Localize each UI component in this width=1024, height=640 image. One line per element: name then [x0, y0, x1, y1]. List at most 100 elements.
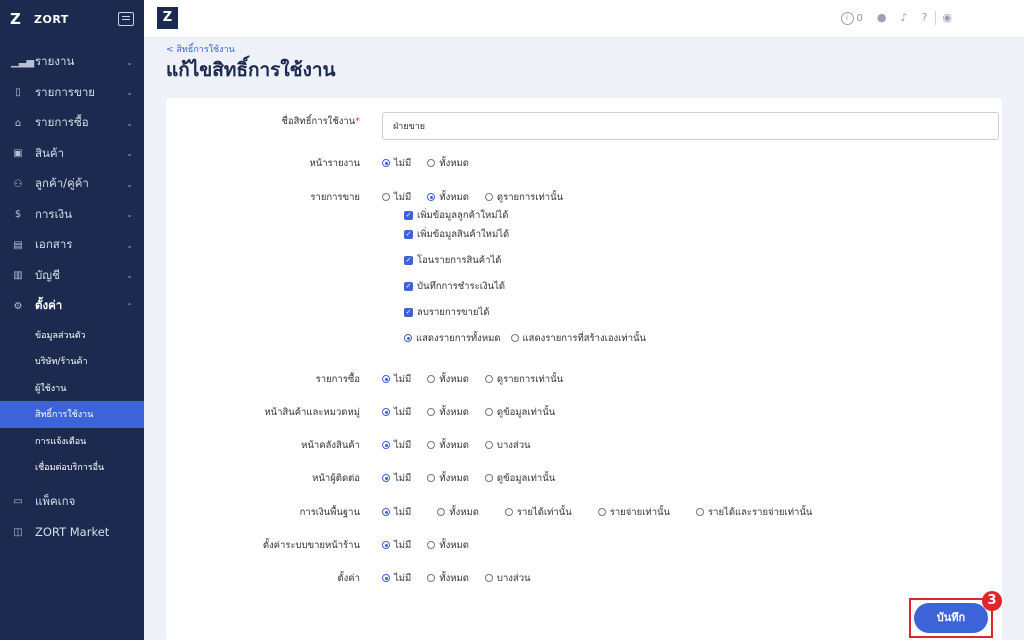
row-sales-chk1: ✓ เพิ่มข้อมูลลูกค้าใหม่ได้ — [166, 208, 1002, 222]
radio-warehouse-all[interactable]: ทั้งหมด — [427, 438, 469, 453]
checkbox-record-payment[interactable]: ✓ บันทึกการชำระเงินได้ — [404, 279, 505, 294]
field-label: ตั้งค่า — [337, 572, 361, 584]
radio-contacts-none[interactable]: ไม่มี — [382, 471, 411, 486]
page-title: แก้ไขสิทธิ์การใช้งาน — [166, 59, 336, 81]
radio-settings-all[interactable]: ทั้งหมด — [427, 571, 469, 586]
info-icon[interactable]: i — [840, 11, 854, 25]
package-icon: ▭ — [13, 496, 23, 508]
ledger-icon: ▥ — [13, 270, 23, 282]
brand: Z ZORT — [0, 0, 144, 38]
sidebar-item-label: ลูกค้า/คู่ค้า — [35, 176, 89, 191]
radio-settings-partial[interactable]: บางส่วน — [484, 571, 531, 586]
sidebar-item-label: บัญชี — [35, 267, 60, 282]
sidebar-item-label: ตั้งค่า — [35, 298, 63, 313]
radio-contacts-view-only[interactable]: ดูข้อมูลเท่านั้น — [484, 471, 555, 486]
row-sales-scope: แสดงรายการทั้งหมด แสดงรายการที่สร้างเองเ… — [166, 331, 1002, 345]
chart-icon: ▁▃▅ — [11, 56, 35, 68]
sidebar-item-purchases[interactable]: ⌂ รายการซื้อ ⌄ — [0, 108, 144, 139]
sidebar-item-reports[interactable]: ▁▃▅ รายงาน ⌄ — [0, 47, 144, 78]
users-icon: ⚇ — [13, 178, 23, 190]
radio-report-none[interactable]: ไม่มี — [382, 156, 411, 171]
help-icon[interactable]: ? — [922, 11, 928, 25]
radio-contacts-all[interactable]: ทั้งหมด — [427, 471, 469, 486]
row-finance: การเงินพื้นฐาน ไม่มี ทั้งหมด รายได้เท่าน… — [166, 505, 1002, 519]
user-icon[interactable]: ● — [877, 11, 887, 25]
dollar-icon: $ — [14, 209, 22, 221]
radio-sales-all[interactable]: ทั้งหมด — [427, 190, 469, 205]
row-pos: ตั้งค่าระบบขายหน้าร้าน ไม่มี ทั้งหมด — [166, 538, 1002, 552]
sidebar-item-label: การเงิน — [35, 206, 73, 221]
checkbox-add-customer[interactable]: ✓ เพิ่มข้อมูลลูกค้าใหม่ได้ — [404, 208, 508, 223]
radio-finance-income-only[interactable]: รายได้เท่านั้น — [504, 505, 572, 520]
submenu-item-profile[interactable]: ข้อมูลส่วนตัว — [0, 322, 144, 349]
radio-report-all[interactable]: ทั้งหมด — [427, 156, 469, 171]
chevron-down-icon: ⌄ — [126, 271, 133, 281]
breadcrumb[interactable]: < สิทธิ์การใช้งาน — [166, 42, 235, 56]
radio-finance-expense-only[interactable]: รายจ่ายเท่านั้น — [597, 505, 670, 520]
field-label: หน้าสินค้าและหมวดหมู่ — [264, 406, 360, 418]
field-label: ชื่อสิทธิ์การใช้งาน* — [281, 116, 360, 127]
account-icon[interactable]: ◉ — [942, 11, 952, 25]
chevron-down-icon: ⌄ — [126, 118, 133, 128]
bag-icon: ◫ — [13, 526, 23, 538]
save-button[interactable]: บันทึก — [914, 603, 988, 633]
radio-finance-none[interactable]: ไม่มี — [382, 505, 411, 520]
sidebar-nav: ▁▃▅ รายงาน ⌄ ▯ รายการขาย ⌄ ⌂ รายการซื้อ … — [0, 47, 144, 548]
sidebar-item-package[interactable]: ▭ แพ็คเกจ — [0, 487, 144, 518]
box-icon: ▣ — [13, 148, 23, 160]
radio-settings-none[interactable]: ไม่มี — [382, 571, 411, 586]
row-warehouse: หน้าคลังสินค้า ไม่มี ทั้งหมด บางส่วน — [166, 438, 1002, 452]
zort-logo-icon[interactable]: Z — [157, 7, 178, 29]
chevron-down-icon: ⌄ — [126, 57, 133, 67]
sidebar-toggle-icon[interactable] — [118, 12, 134, 26]
sidebar-item-documents[interactable]: ▤ เอกสาร ⌄ — [0, 230, 144, 261]
radio-warehouse-none[interactable]: ไม่มี — [382, 438, 411, 453]
checkbox-transfer-items[interactable]: ✓ โอนรายการสินค้าได้ — [404, 253, 501, 268]
radio-purchase-view-only[interactable]: ดูรายการเท่านั้น — [484, 372, 563, 387]
divider — [935, 11, 937, 25]
row-products: หน้าสินค้าและหมวดหมู่ ไม่มี ทั้งหมด ดูข้… — [166, 405, 1002, 419]
sidebar-item-contacts[interactable]: ⚇ ลูกค้า/คู่ค้า ⌄ — [0, 169, 144, 200]
radio-finance-all[interactable]: ทั้งหมด — [437, 505, 479, 520]
radio-show-all[interactable]: แสดงรายการทั้งหมด — [404, 331, 501, 346]
document-icon: ▤ — [13, 239, 23, 251]
sidebar-item-accounting[interactable]: ▥ บัญชี ⌄ — [0, 261, 144, 292]
radio-sales-none[interactable]: ไม่มี — [382, 190, 411, 205]
field-label: รายการซื้อ — [315, 373, 360, 385]
checkbox-delete-sales[interactable]: ✓ ลบรายการขายได้ — [404, 305, 489, 320]
radio-purchase-all[interactable]: ทั้งหมด — [427, 372, 469, 387]
radio-sales-view-only[interactable]: ดูรายการเท่านั้น — [484, 190, 563, 205]
chevron-down-icon: ⌄ — [126, 210, 133, 220]
submenu-item-users[interactable]: ผู้ใช้งาน — [0, 375, 144, 402]
permission-name-input[interactable] — [382, 112, 999, 140]
radio-products-all[interactable]: ทั้งหมด — [427, 405, 469, 420]
sidebar-item-market[interactable]: ◫ ZORT Market — [0, 517, 144, 548]
permission-form: ชื่อสิทธิ์การใช้งาน* หน้ารายงาน ไม่มี ทั… — [166, 98, 1002, 640]
sidebar-item-label: สินค้า — [35, 145, 65, 160]
submenu-item-integrations[interactable]: เชื่อมต่อบริการอื่น — [0, 454, 144, 481]
field-label: หน้าคลังสินค้า — [301, 439, 360, 451]
sidebar-item-products[interactable]: ▣ สินค้า ⌄ — [0, 139, 144, 170]
sidebar-item-finance[interactable]: $ การเงิน ⌄ — [0, 200, 144, 231]
sidebar-item-label: แพ็คเกจ — [35, 493, 76, 508]
field-label: การเงินพื้นฐาน — [299, 506, 360, 518]
submenu-item-company[interactable]: บริษัท/ร้านค้า — [0, 348, 144, 375]
field-label: หน้ารายงาน — [309, 157, 360, 169]
row-sales-chk2: ✓ เพิ่มข้อมูลสินค้าใหม่ได้ — [166, 227, 1002, 241]
bell-icon[interactable]: ♪ — [901, 11, 908, 25]
radio-finance-income-expense[interactable]: รายได้และรายจ่ายเท่านั้น — [696, 505, 812, 520]
chevron-down-icon: ⌄ — [126, 149, 133, 159]
submenu-item-notifications[interactable]: การแจ้งเตือน — [0, 428, 144, 455]
radio-products-none[interactable]: ไม่มี — [382, 405, 411, 420]
radio-pos-none[interactable]: ไม่มี — [382, 538, 411, 553]
radio-show-own[interactable]: แสดงรายการที่สร้างเองเท่านั้น — [510, 331, 646, 346]
checkbox-add-product[interactable]: ✓ เพิ่มข้อมูลสินค้าใหม่ได้ — [404, 227, 509, 242]
sidebar-item-sales[interactable]: ▯ รายการขาย ⌄ — [0, 78, 144, 109]
radio-purchase-none[interactable]: ไม่มี — [382, 372, 411, 387]
field-label: หน้าผู้ติดต่อ — [312, 472, 360, 484]
radio-products-view-only[interactable]: ดูข้อมูลเท่านั้น — [484, 405, 555, 420]
radio-pos-all[interactable]: ทั้งหมด — [427, 538, 469, 553]
radio-warehouse-partial[interactable]: บางส่วน — [484, 438, 531, 453]
submenu-item-permissions[interactable]: สิทธิ์การใช้งาน — [0, 401, 144, 428]
sidebar-item-settings[interactable]: ⚙ ตั้งค่า ⌃ — [0, 291, 144, 322]
